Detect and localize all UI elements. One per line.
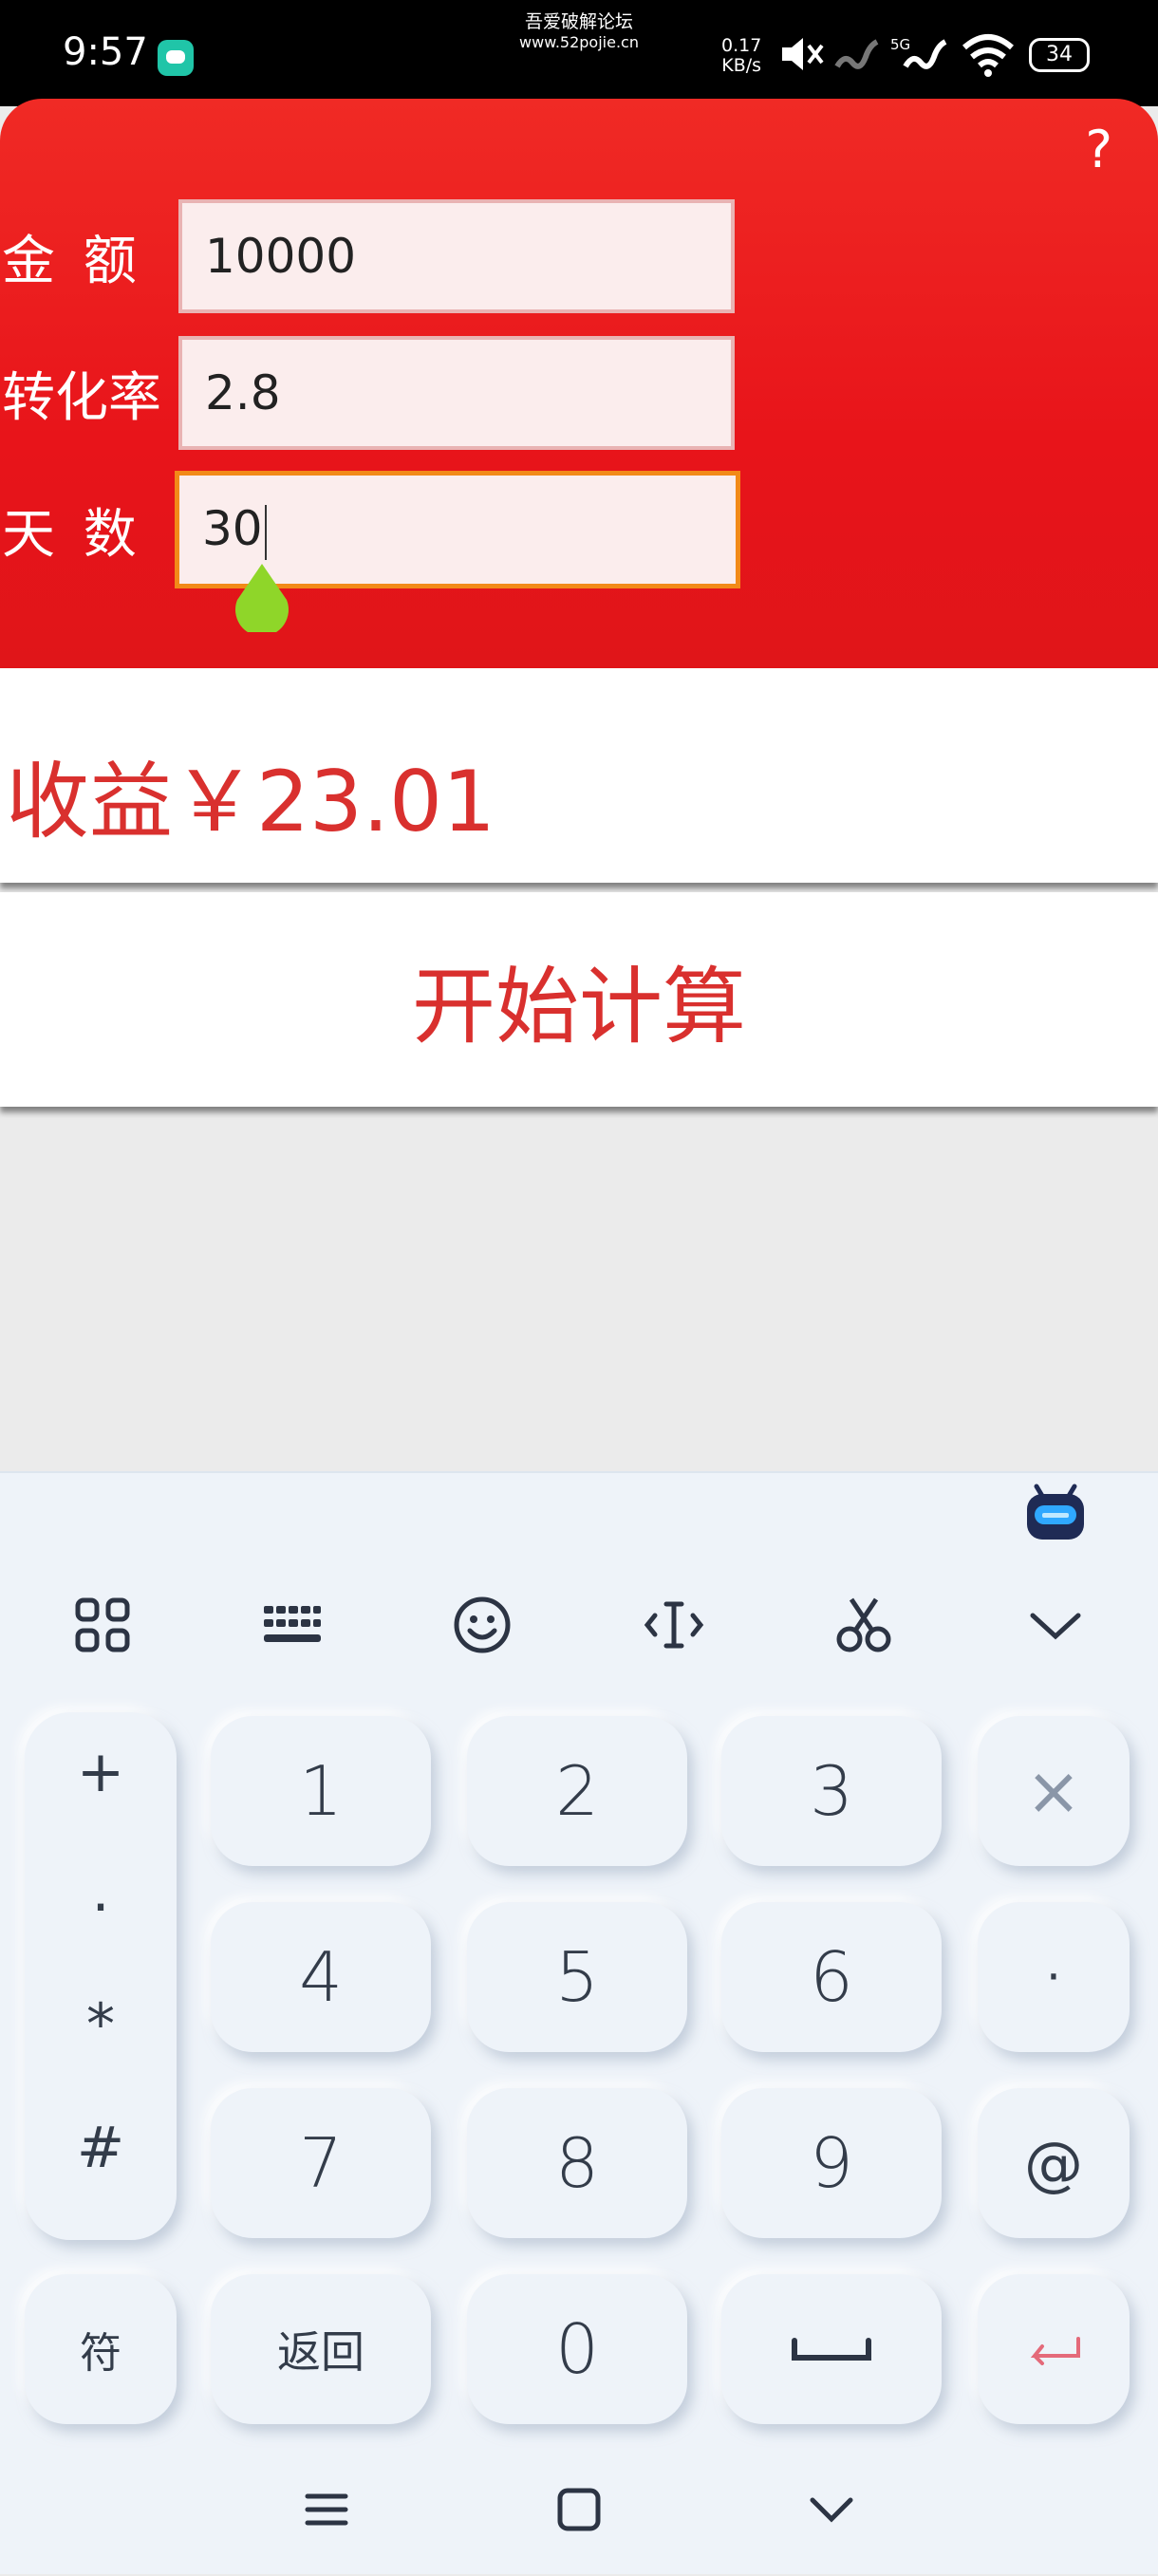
keyboard: + . * # 1 2 3 4 5 6 7 8 9 符 返回 0 × · @ xyxy=(0,1471,1158,2574)
rate-label: 转化率 xyxy=(2,367,161,429)
key-8[interactable]: 8 xyxy=(467,2088,687,2238)
home-icon[interactable] xyxy=(551,2481,607,2538)
status-bar: 9:57 吾爱破解论坛 www.52pojie.cn 0.17 KB/s 5G … xyxy=(0,0,1158,106)
result-text: 收益￥23.01 xyxy=(6,753,495,850)
navigation-bar xyxy=(0,2443,1158,2576)
keyboard-icon[interactable] xyxy=(254,1587,330,1663)
result-panel: 收益￥23.01 xyxy=(0,668,1158,883)
symbols-key[interactable]: 符 xyxy=(25,2274,177,2424)
assistant-robot-icon[interactable] xyxy=(1021,1477,1090,1545)
signal-icon xyxy=(903,39,947,69)
delete-key[interactable]: × xyxy=(978,1716,1130,1866)
collapse-icon[interactable] xyxy=(1018,1587,1093,1663)
text-caret xyxy=(264,504,267,560)
enter-icon xyxy=(1030,2337,1080,2365)
symbol-dot-key[interactable]: . xyxy=(25,1858,177,1925)
signal-weak-icon xyxy=(834,39,879,69)
key-5[interactable]: 5 xyxy=(467,1902,687,2052)
net-speed: 0.17 KB/s xyxy=(721,35,762,76)
amount-input[interactable]: 10000 xyxy=(178,199,735,313)
wifi-icon xyxy=(962,34,1014,77)
at-key[interactable]: @ xyxy=(978,2088,1130,2238)
space-icon xyxy=(792,2338,871,2361)
key-9[interactable]: 9 xyxy=(721,2088,942,2238)
clock: 9:57 xyxy=(63,30,148,74)
dot-key[interactable]: · xyxy=(978,1902,1130,2052)
enter-key[interactable] xyxy=(978,2274,1130,2424)
symbol-star-key[interactable]: * xyxy=(25,1991,177,2058)
watermark: 吾爱破解论坛 www.52pojie.cn xyxy=(475,8,683,51)
key-7[interactable]: 7 xyxy=(211,2088,431,2238)
symbol-hash-key[interactable]: # xyxy=(25,2115,177,2181)
space-key[interactable] xyxy=(721,2274,942,2424)
key-6[interactable]: 6 xyxy=(721,1902,942,2052)
grid-icon[interactable] xyxy=(65,1587,140,1663)
keyboard-toolbar xyxy=(0,1473,1158,1701)
menu-icon[interactable] xyxy=(298,2481,355,2538)
symbol-column[interactable]: + . * # xyxy=(25,1712,177,2240)
scissors-icon[interactable] xyxy=(826,1587,902,1663)
mute-icon xyxy=(782,38,824,70)
back-key[interactable]: 返回 xyxy=(211,2274,431,2424)
watermark-title: 吾爱破解论坛 xyxy=(524,11,633,32)
cursor-icon[interactable] xyxy=(636,1587,712,1663)
emoji-icon[interactable] xyxy=(444,1587,520,1663)
amount-label: 金 额 xyxy=(2,231,142,292)
key-3[interactable]: 3 xyxy=(721,1716,942,1866)
calculate-button[interactable]: 开始计算 xyxy=(0,892,1158,1107)
cursor-handle[interactable] xyxy=(232,564,292,632)
days-label: 天 数 xyxy=(2,504,142,566)
back-chevron-icon[interactable] xyxy=(803,2481,860,2538)
help-button[interactable]: ? xyxy=(1085,120,1112,179)
key-1[interactable]: 1 xyxy=(211,1716,431,1866)
battery-indicator: 34 xyxy=(1029,38,1090,72)
notification-app-icon xyxy=(158,40,194,76)
symbol-plus-key[interactable]: + xyxy=(25,1739,177,1805)
key-2[interactable]: 2 xyxy=(467,1716,687,1866)
rate-input[interactable]: 2.8 xyxy=(178,336,735,450)
watermark-url: www.52pojie.cn xyxy=(519,33,639,51)
key-0[interactable]: 0 xyxy=(467,2274,687,2424)
key-4[interactable]: 4 xyxy=(211,1902,431,2052)
